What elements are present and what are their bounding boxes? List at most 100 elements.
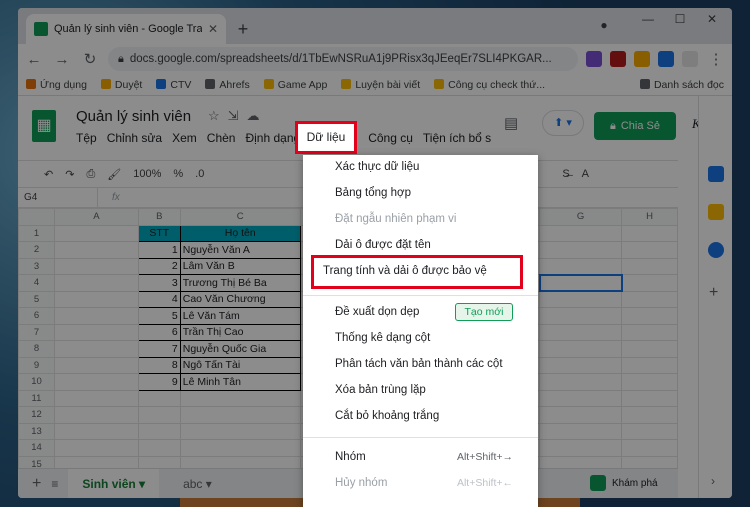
cell[interactable] xyxy=(137,422,181,440)
cell[interactable] xyxy=(53,257,139,275)
name-cell[interactable]: Cao Văn Chương xyxy=(179,290,301,308)
cell[interactable] xyxy=(53,290,139,308)
minimize-icon[interactable]: — xyxy=(638,12,658,26)
cell[interactable] xyxy=(621,274,678,292)
row-header[interactable]: 5 xyxy=(18,290,55,308)
cell[interactable] xyxy=(179,422,301,440)
cell[interactable] xyxy=(137,389,181,407)
name-cell[interactable]: Trần Thị Cao xyxy=(179,323,301,341)
browser-tab[interactable]: Quản lý sinh viên - Google Trang ✕ xyxy=(26,14,226,44)
cell[interactable] xyxy=(179,406,301,424)
cell[interactable] xyxy=(53,373,139,391)
header-name-cell[interactable]: Họ tên xyxy=(179,224,301,242)
cell[interactable] xyxy=(621,323,678,341)
extension-blue-icon[interactable] xyxy=(658,51,674,67)
column-header-a[interactable]: A xyxy=(53,208,139,226)
cell[interactable] xyxy=(179,389,301,407)
cell[interactable] xyxy=(539,422,623,440)
row-header[interactable]: 9 xyxy=(18,356,55,374)
cell[interactable] xyxy=(179,439,301,457)
name-cell[interactable]: Trương Thị Bé Ba xyxy=(179,274,301,292)
row-header[interactable]: 3 xyxy=(18,257,55,275)
bookmark-luyen-bai-viet[interactable]: Luyện bài viết xyxy=(341,78,420,91)
cell[interactable] xyxy=(621,439,678,457)
cell[interactable] xyxy=(621,356,678,374)
reading-list[interactable]: Danh sách đọc xyxy=(639,78,724,91)
address-bar[interactable]: 🔒︎ docs.google.com/spreadsheets/d/1TbEwN… xyxy=(108,47,578,71)
menu-item-protected-sheets[interactable]: Trang tính và dải ô được bảo vệ xyxy=(323,265,487,277)
cell[interactable] xyxy=(539,373,623,391)
stt-cell[interactable]: 6 xyxy=(137,323,181,341)
row-header[interactable]: 2 xyxy=(18,241,55,259)
extension-red-icon[interactable] xyxy=(610,51,626,67)
cell[interactable] xyxy=(539,290,623,308)
cell[interactable] xyxy=(137,406,181,424)
name-cell[interactable]: Lâm Văn B xyxy=(179,257,301,275)
row-header[interactable]: 6 xyxy=(18,307,55,325)
stt-cell[interactable]: 5 xyxy=(137,307,181,325)
close-tab-icon[interactable]: ✕ xyxy=(208,22,218,36)
menu-file[interactable]: Tệp xyxy=(76,131,97,145)
column-header-h[interactable]: H xyxy=(621,208,678,226)
column-header-g[interactable]: G xyxy=(539,208,623,226)
cell[interactable] xyxy=(53,307,139,325)
title-icons[interactable]: ☆⇲☁ xyxy=(208,108,268,124)
menu-item-named-ranges[interactable]: Dải ô được đặt tên xyxy=(335,239,431,251)
stt-cell[interactable]: 2 xyxy=(137,257,181,275)
cell[interactable] xyxy=(621,389,678,407)
row-header[interactable]: 1 xyxy=(18,224,55,242)
redo-icon[interactable]: ↷ xyxy=(65,168,74,181)
menu-view[interactable]: Xem xyxy=(172,131,197,145)
menu-item-trim-whitespace[interactable]: Cắt bỏ khoảng trắng xyxy=(335,410,439,422)
undo-icon[interactable]: ↶ xyxy=(44,168,53,181)
menu-insert[interactable]: Chèn xyxy=(207,131,236,145)
stt-cell[interactable]: 1 xyxy=(137,241,181,259)
menu-item-pivot-table[interactable]: Bảng tổng hợp xyxy=(335,187,411,199)
bookmark-game-app[interactable]: Game App xyxy=(263,78,327,91)
cell[interactable] xyxy=(621,373,678,391)
back-icon[interactable]: ← xyxy=(24,51,44,68)
all-sheets-icon[interactable]: ≡ xyxy=(51,477,58,491)
name-box[interactable]: G4 xyxy=(18,187,98,208)
cell[interactable] xyxy=(539,406,623,424)
share-button[interactable]: 🔒︎ Chia Sẻ xyxy=(594,112,676,140)
stt-cell[interactable]: 7 xyxy=(137,340,181,358)
sheet-tab-abc[interactable]: abc ▾ xyxy=(169,477,226,491)
menu-item-column-stats[interactable]: Thống kê dạng cột xyxy=(335,332,430,344)
menu-item-split-text[interactable]: Phân tách văn bản thành các cột xyxy=(335,358,503,370)
cell[interactable] xyxy=(621,241,678,259)
close-window-icon[interactable]: ✕ xyxy=(702,12,722,26)
header-stt-cell[interactable]: STT xyxy=(137,224,181,242)
cell[interactable] xyxy=(53,356,139,374)
menu-tools[interactable]: Công cụ xyxy=(368,131,413,145)
keep-icon[interactable] xyxy=(708,204,724,220)
cell[interactable] xyxy=(53,406,139,424)
cell[interactable] xyxy=(539,389,623,407)
menu-format[interactable]: Định dạng xyxy=(245,131,300,145)
cell[interactable] xyxy=(539,356,623,374)
forward-icon[interactable]: → xyxy=(52,51,72,68)
expand-panel-icon[interactable]: › xyxy=(711,474,715,488)
column-header-b[interactable]: B xyxy=(137,208,181,226)
cell[interactable] xyxy=(53,389,139,407)
name-cell[interactable]: Nguyễn Văn A xyxy=(179,241,301,259)
extension-pen-icon[interactable] xyxy=(586,51,602,67)
cell[interactable] xyxy=(539,257,623,275)
name-cell[interactable]: Lê Minh Tân xyxy=(179,373,301,391)
cell[interactable] xyxy=(621,422,678,440)
sheets-logo-icon[interactable]: ▦ xyxy=(32,110,56,142)
row-header[interactable]: 4 xyxy=(18,274,55,292)
selected-cell-g4[interactable] xyxy=(538,273,623,292)
column-header-c[interactable]: C xyxy=(179,208,301,226)
stt-cell[interactable]: 9 xyxy=(137,373,181,391)
menu-item-data-validation[interactable]: Xác thực dữ liệu xyxy=(335,161,419,173)
cell[interactable] xyxy=(539,224,623,242)
row-header[interactable]: 11 xyxy=(18,389,55,407)
menu-addons[interactable]: Tiện ích bổ s xyxy=(423,131,491,145)
cell[interactable] xyxy=(621,307,678,325)
comment-icon[interactable]: ▤ xyxy=(504,114,518,132)
cell[interactable] xyxy=(539,241,623,259)
cell[interactable] xyxy=(53,224,139,242)
menu-item-group[interactable]: Nhóm xyxy=(335,451,366,463)
avatar[interactable] xyxy=(682,51,698,67)
